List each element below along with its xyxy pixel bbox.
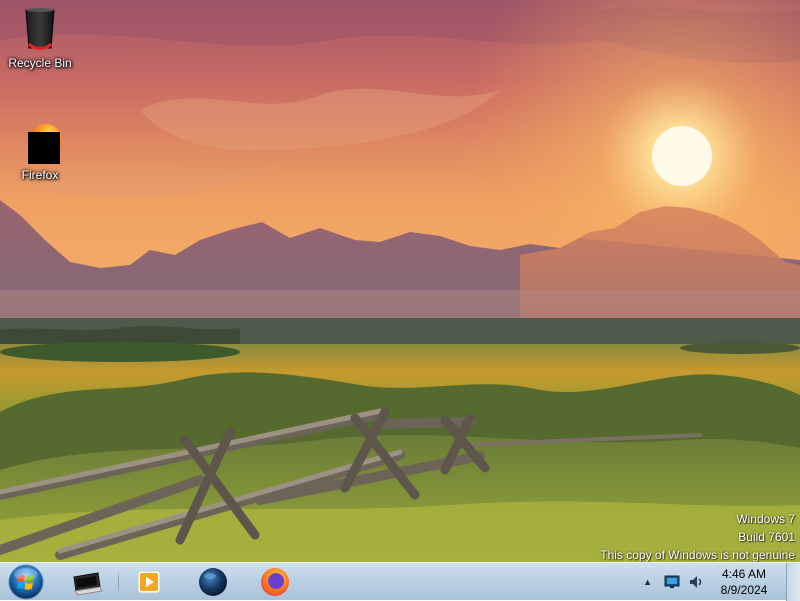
network-icon[interactable] xyxy=(664,575,680,589)
genuine-watermark: Windows 7 Build 7601 This copy of Window… xyxy=(600,510,795,564)
watermark-build: Build 7601 xyxy=(738,530,795,544)
show-desktop-window-icon xyxy=(73,572,103,596)
firefox-icon xyxy=(261,568,289,596)
desktop-icon-recycle-bin[interactable]: Recycle Bin xyxy=(2,6,78,70)
start-orb-icon xyxy=(8,564,44,600)
media-player-icon xyxy=(137,570,161,594)
show-hidden-icons-arrow[interactable]: ▲ xyxy=(643,577,652,587)
desktop-icon-label: Recycle Bin xyxy=(8,56,72,70)
system-tray: ▲ xyxy=(643,563,704,601)
volume-icon[interactable] xyxy=(688,574,704,590)
taskbar-pinned-explorer[interactable] xyxy=(62,565,112,599)
desktop-icon-firefox[interactable]: Firefox xyxy=(2,118,78,182)
taskbar-clock[interactable]: 4:46 AM 8/9/2024 xyxy=(714,566,774,598)
taskbar-pinned-firefox[interactable] xyxy=(250,565,300,599)
taskbar-separator xyxy=(118,569,119,595)
recycle-bin-icon xyxy=(16,6,64,54)
taskbar-pinned-media-player[interactable] xyxy=(126,565,172,599)
watermark-os-name: Windows 7 xyxy=(736,512,795,526)
clock-time: 4:46 AM xyxy=(721,567,767,581)
taskbar-pinned-browser[interactable] xyxy=(188,565,238,599)
desktop-wallpaper xyxy=(0,0,800,562)
globe-icon xyxy=(199,568,227,596)
desktop-icon-label: Firefox xyxy=(21,168,59,182)
firefox-icon xyxy=(16,118,64,166)
show-desktop-button[interactable] xyxy=(786,563,800,601)
start-button[interactable] xyxy=(6,563,46,601)
taskbar: ▲ 4:46 AM 8/9/2024 xyxy=(0,562,800,601)
clock-date: 8/9/2024 xyxy=(720,583,768,597)
